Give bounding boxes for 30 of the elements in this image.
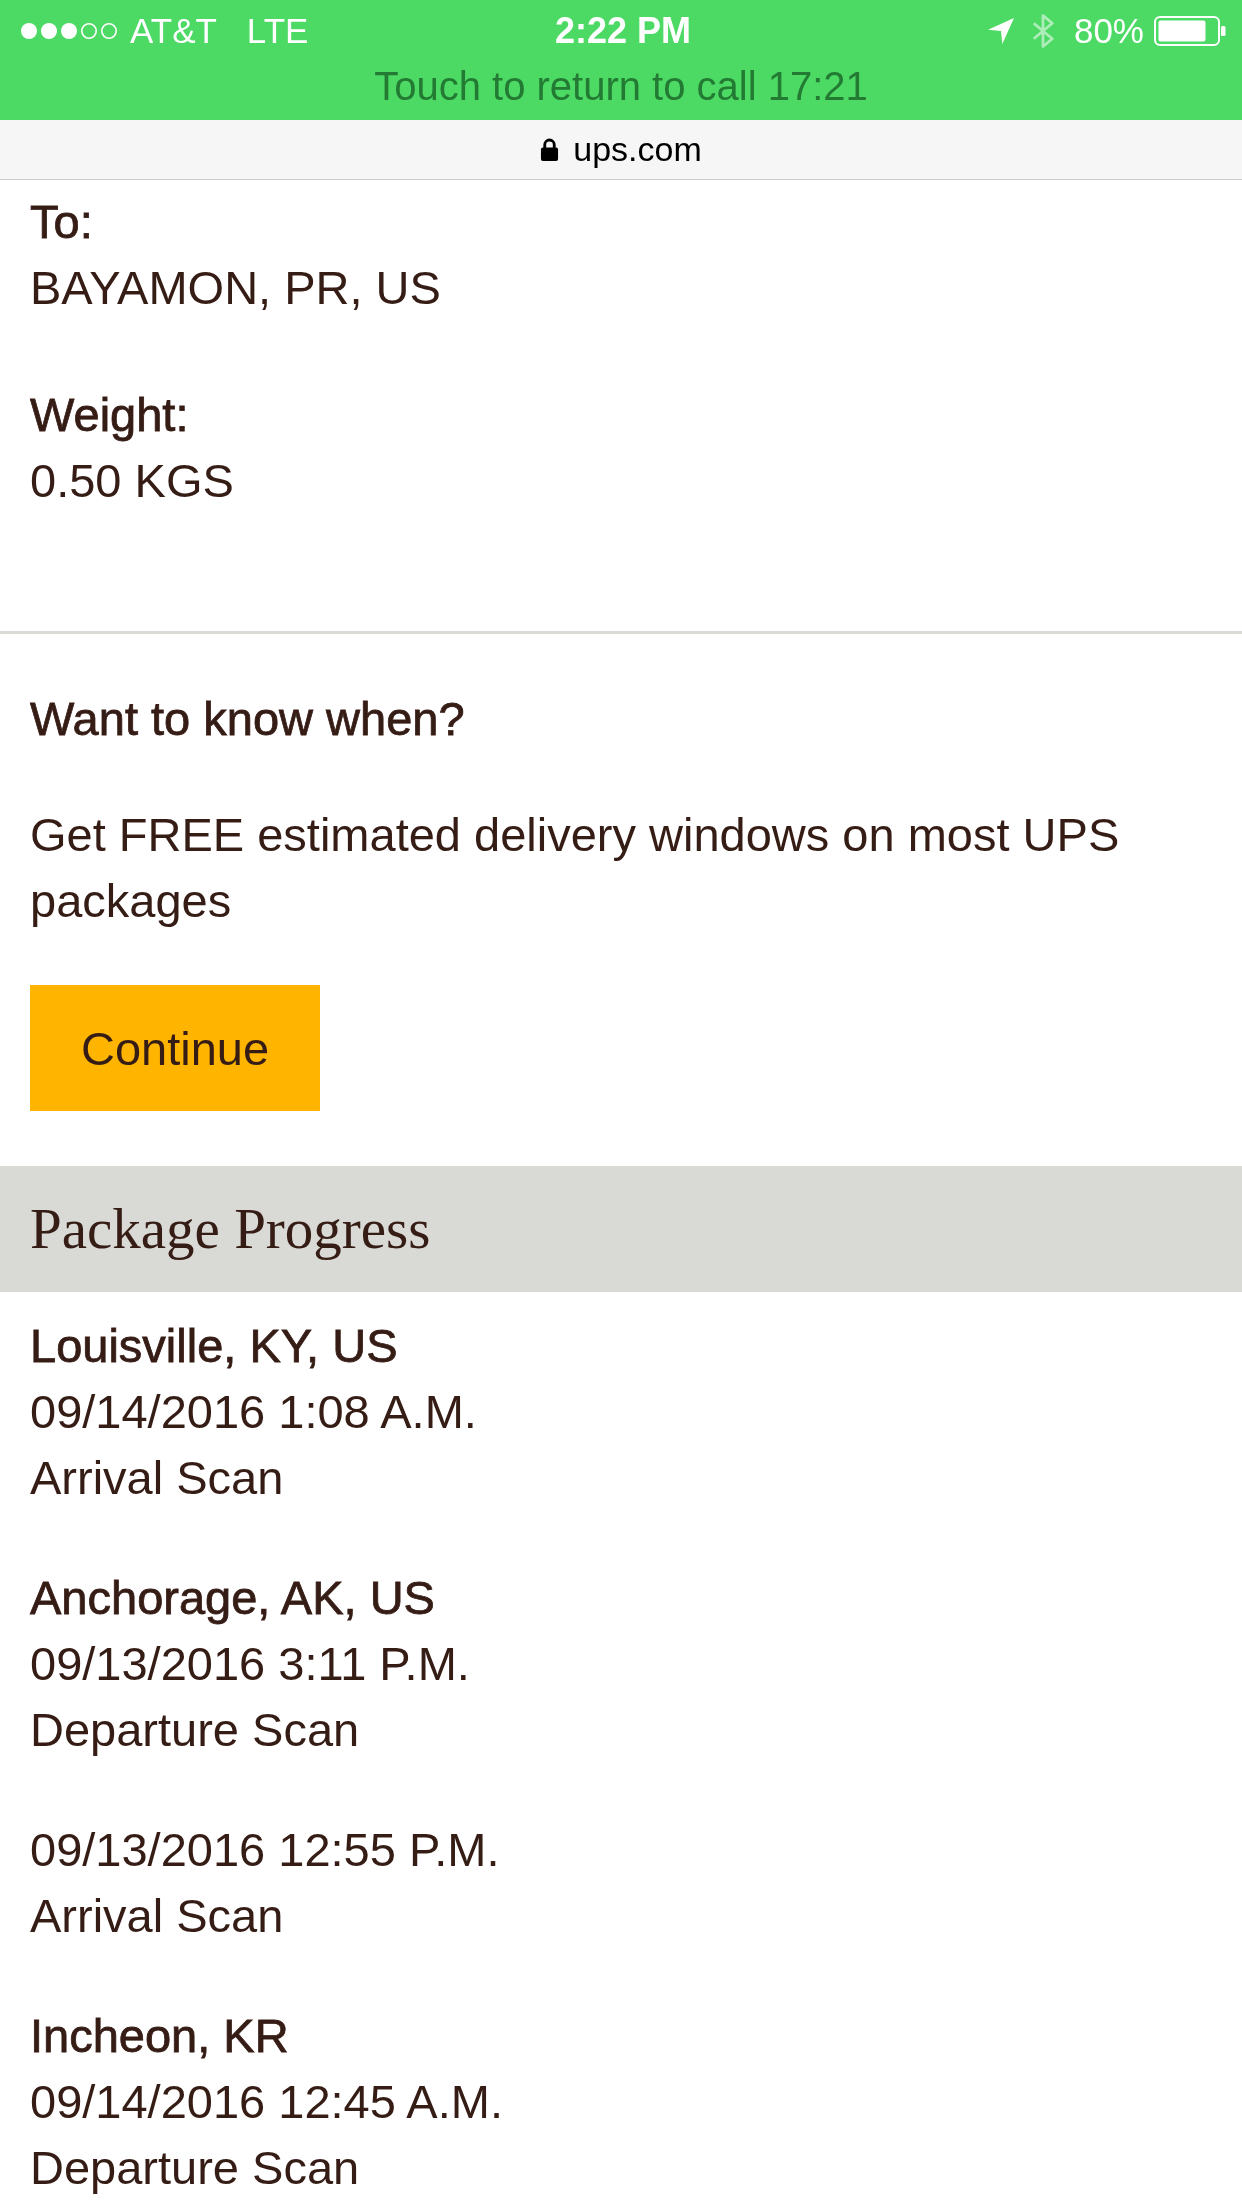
carrier-name: AT&T	[130, 11, 217, 51]
event-activity: Departure Scan	[30, 2140, 361, 2196]
lock-icon	[540, 138, 560, 161]
event-datetime: 09/14/2016 1:08 A.M.	[30, 1384, 478, 1440]
event-datetime: 09/13/2016 3:11 P.M.	[30, 1636, 471, 1692]
bluetooth-icon	[1031, 14, 1054, 48]
address-bar[interactable]: ups.com	[0, 120, 1242, 180]
field-label: Weight:	[30, 387, 190, 443]
event-datetime: 09/14/2016 12:45 A.M.	[30, 2074, 504, 2130]
section-title: Package Progress	[30, 1196, 431, 1262]
promo-text: Get FREE estimated delivery windows on most UPS packages	[30, 807, 1121, 929]
network-type: LTE	[246, 11, 309, 51]
battery-percent: 80%	[1073, 11, 1144, 51]
battery-icon	[1154, 16, 1226, 46]
field-label: To:	[30, 194, 94, 250]
field-value: 0.50 KGS	[30, 453, 235, 509]
event-datetime: 09/13/2016 12:55 P.M.	[30, 1822, 501, 1878]
event-location: Incheon, KR	[30, 2008, 290, 2064]
signal-strength-icon	[20, 22, 118, 40]
event-activity: Arrival Scan	[30, 1450, 285, 1506]
event-location: Anchorage, AK, US	[30, 1570, 436, 1626]
url-text: ups.com	[573, 130, 702, 169]
promo-title: Want to know when?	[30, 691, 466, 747]
event-location: Louisville, KY, US	[30, 1318, 399, 1374]
field-value: BAYAMON, PR, US	[30, 260, 442, 316]
continue-button[interactable]: Continue	[30, 985, 321, 1111]
event-activity: Departure Scan	[30, 1702, 361, 1758]
event-activity: Arrival Scan	[30, 1888, 285, 1944]
status-time: 2:22 PM	[554, 10, 692, 52]
location-arrow-icon	[987, 18, 1014, 44]
